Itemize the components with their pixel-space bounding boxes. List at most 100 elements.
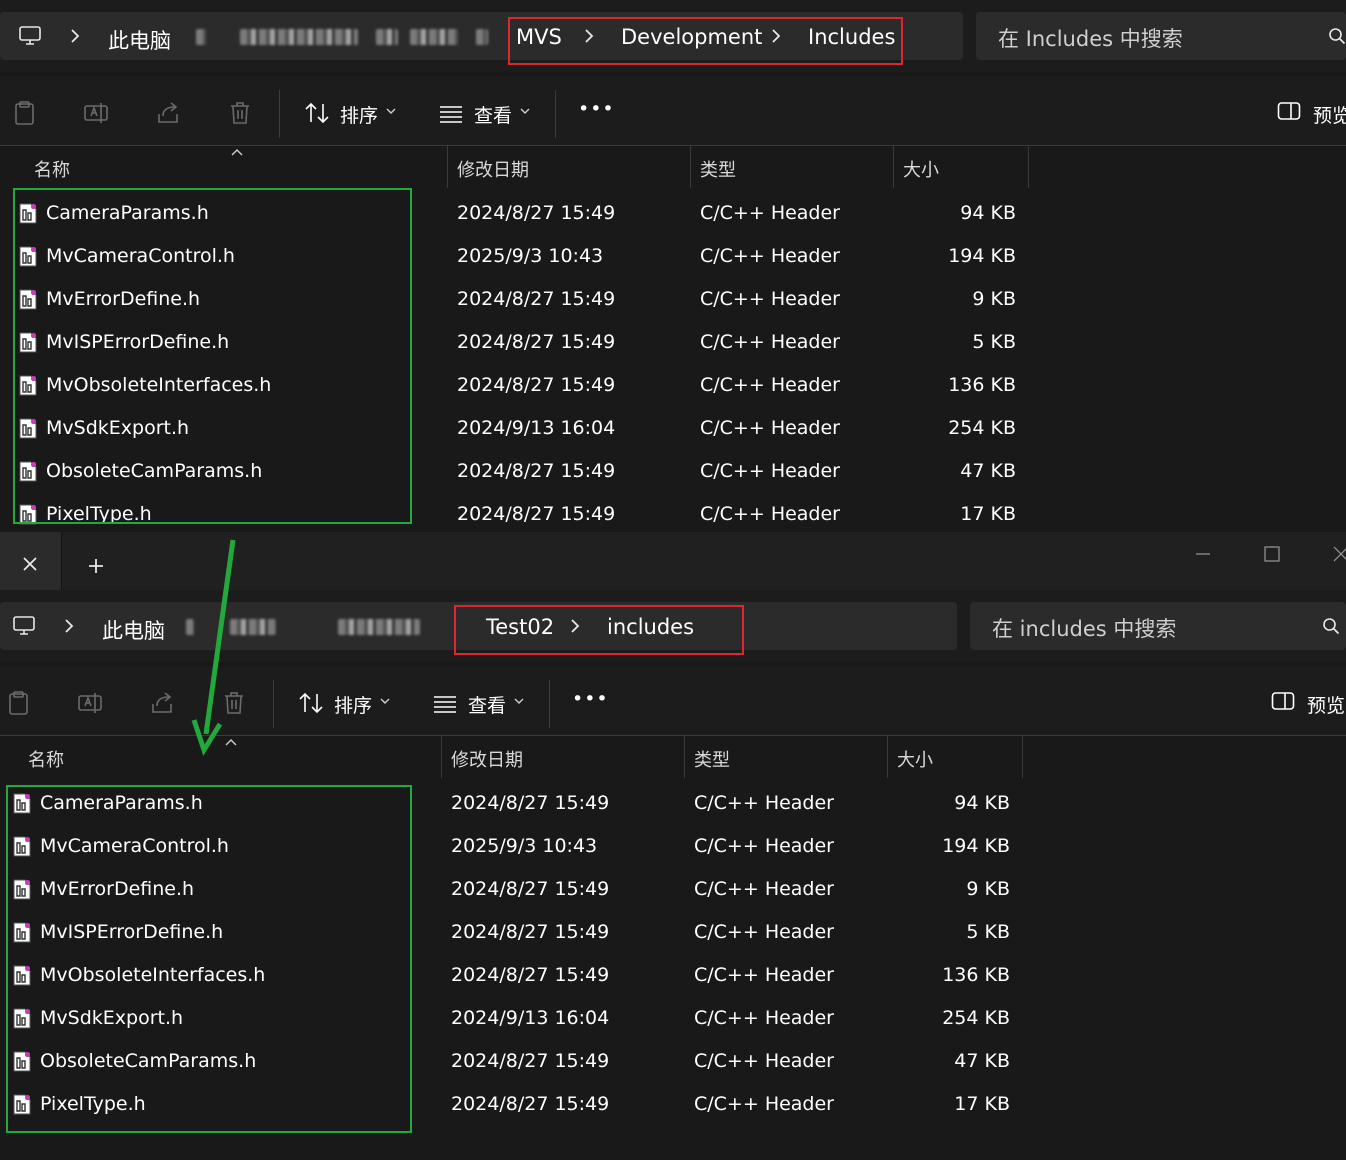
column-divider[interactable] [690,146,691,188]
file-date: 2024/8/27 15:49 [457,288,616,310]
column-header-row: 名称 修改日期 类型 大小 [0,146,1346,188]
file-date: 2024/8/27 15:49 [451,921,610,943]
file-type: C/C++ Header [700,331,840,353]
share-icon[interactable] [149,690,175,716]
search-icon[interactable] [1328,27,1346,45]
more-options-button[interactable]: ••• [578,98,615,120]
share-icon[interactable] [155,100,181,126]
preview-button[interactable]: 预览 [1313,101,1346,128]
address-row: 此电脑 MVS Development Includes 在 Includes … [0,0,1346,72]
file-type: C/C++ Header [700,374,840,396]
file-type: C/C++ Header [694,921,834,943]
column-header-date[interactable]: 修改日期 [451,746,523,772]
file-date: 2025/9/3 10:43 [457,245,604,267]
column-divider[interactable] [893,146,894,188]
files-highlight-box [6,785,412,1133]
search-box[interactable]: 在 Includes 中搜索 [976,12,1346,60]
file-size: 136 KB [942,964,1010,986]
column-divider[interactable] [1022,736,1023,778]
file-date: 2024/8/27 15:49 [451,964,610,986]
search-input[interactable]: 在 includes 中搜索 [992,613,1176,643]
close-window-icon[interactable] [1326,542,1346,566]
file-type: C/C++ Header [694,792,834,814]
file-type: C/C++ Header [694,1007,834,1029]
chevron-right-icon [65,619,74,633]
breadcrumb-root[interactable]: 此电脑 [102,615,165,645]
preview-pane-icon[interactable] [1277,101,1301,121]
file-size: 17 KB [954,1093,1010,1115]
breadcrumb-root[interactable]: 此电脑 [108,25,171,55]
tab-current[interactable] [0,532,62,592]
column-header-name[interactable]: 名称 [34,156,70,182]
paste-icon[interactable] [12,100,38,126]
sort-icon[interactable] [298,690,324,716]
file-size: 5 KB [972,331,1016,353]
file-date: 2024/8/27 15:49 [457,460,616,482]
file-type: C/C++ Header [700,245,840,267]
maximize-icon[interactable] [1257,542,1287,566]
search-input[interactable]: 在 Includes 中搜索 [998,23,1183,53]
view-icon[interactable] [432,690,458,716]
more-options-button[interactable]: ••• [572,688,609,710]
file-type: C/C++ Header [694,1093,834,1115]
column-header-date[interactable]: 修改日期 [457,156,529,182]
column-header-size[interactable]: 大小 [897,746,933,772]
column-header-type[interactable]: 类型 [700,156,736,182]
column-divider[interactable] [447,146,448,188]
sort-icon[interactable] [304,100,330,126]
file-size: 194 KB [948,245,1016,267]
preview-pane-icon[interactable] [1271,691,1295,711]
redacted-breadcrumb [410,29,458,45]
column-divider[interactable] [887,736,888,778]
view-icon[interactable] [438,100,464,126]
column-divider[interactable] [441,736,442,778]
rename-icon[interactable] [83,100,109,126]
toolbar-divider [549,680,550,728]
view-button[interactable]: 查看 [474,101,512,128]
file-size: 136 KB [948,374,1016,396]
view-button[interactable]: 查看 [468,691,506,718]
minimize-icon[interactable] [1188,542,1218,566]
file-type: C/C++ Header [694,964,834,986]
sort-ascending-icon [231,149,243,156]
file-type: C/C++ Header [700,288,840,310]
command-bar: 排序 查看 ••• 预览 [0,76,1346,146]
file-size: 9 KB [972,288,1016,310]
redacted-breadcrumb [338,619,420,635]
chevron-down-icon [514,698,524,704]
sort-button[interactable]: 排序 [340,101,378,128]
file-size: 254 KB [942,1007,1010,1029]
delete-icon[interactable] [227,100,253,126]
computer-icon[interactable] [12,615,36,637]
chevron-down-icon [386,108,396,114]
file-size: 94 KB [960,202,1016,224]
new-tab-icon[interactable] [84,554,108,578]
copy-arrow-icon [191,539,236,756]
rename-icon[interactable] [77,690,103,716]
file-size: 47 KB [960,460,1016,482]
file-date: 2024/9/13 16:04 [457,417,616,439]
chevron-down-icon [520,108,530,114]
file-date: 2024/8/27 15:49 [451,1093,610,1115]
preview-button[interactable]: 预览 [1307,691,1345,718]
column-header-size[interactable]: 大小 [903,156,939,182]
file-date: 2024/8/27 15:49 [457,331,616,353]
toolbar-divider [279,90,280,138]
column-header-name[interactable]: 名称 [28,746,64,772]
search-box[interactable]: 在 includes 中搜索 [970,602,1346,650]
column-header-type[interactable]: 类型 [694,746,730,772]
file-size: 9 KB [966,878,1010,900]
file-size: 17 KB [960,503,1016,525]
computer-icon[interactable] [18,25,42,47]
toolbar-divider [555,90,556,138]
paste-icon[interactable] [6,690,32,716]
column-divider[interactable] [684,736,685,778]
path-highlight-box [508,17,903,65]
redacted-breadcrumb [376,29,398,45]
sort-button[interactable]: 排序 [334,691,372,718]
file-type: C/C++ Header [700,417,840,439]
close-tab-icon[interactable] [18,552,42,576]
column-divider[interactable] [1028,146,1029,188]
file-type: C/C++ Header [694,878,834,900]
search-icon[interactable] [1322,617,1340,635]
